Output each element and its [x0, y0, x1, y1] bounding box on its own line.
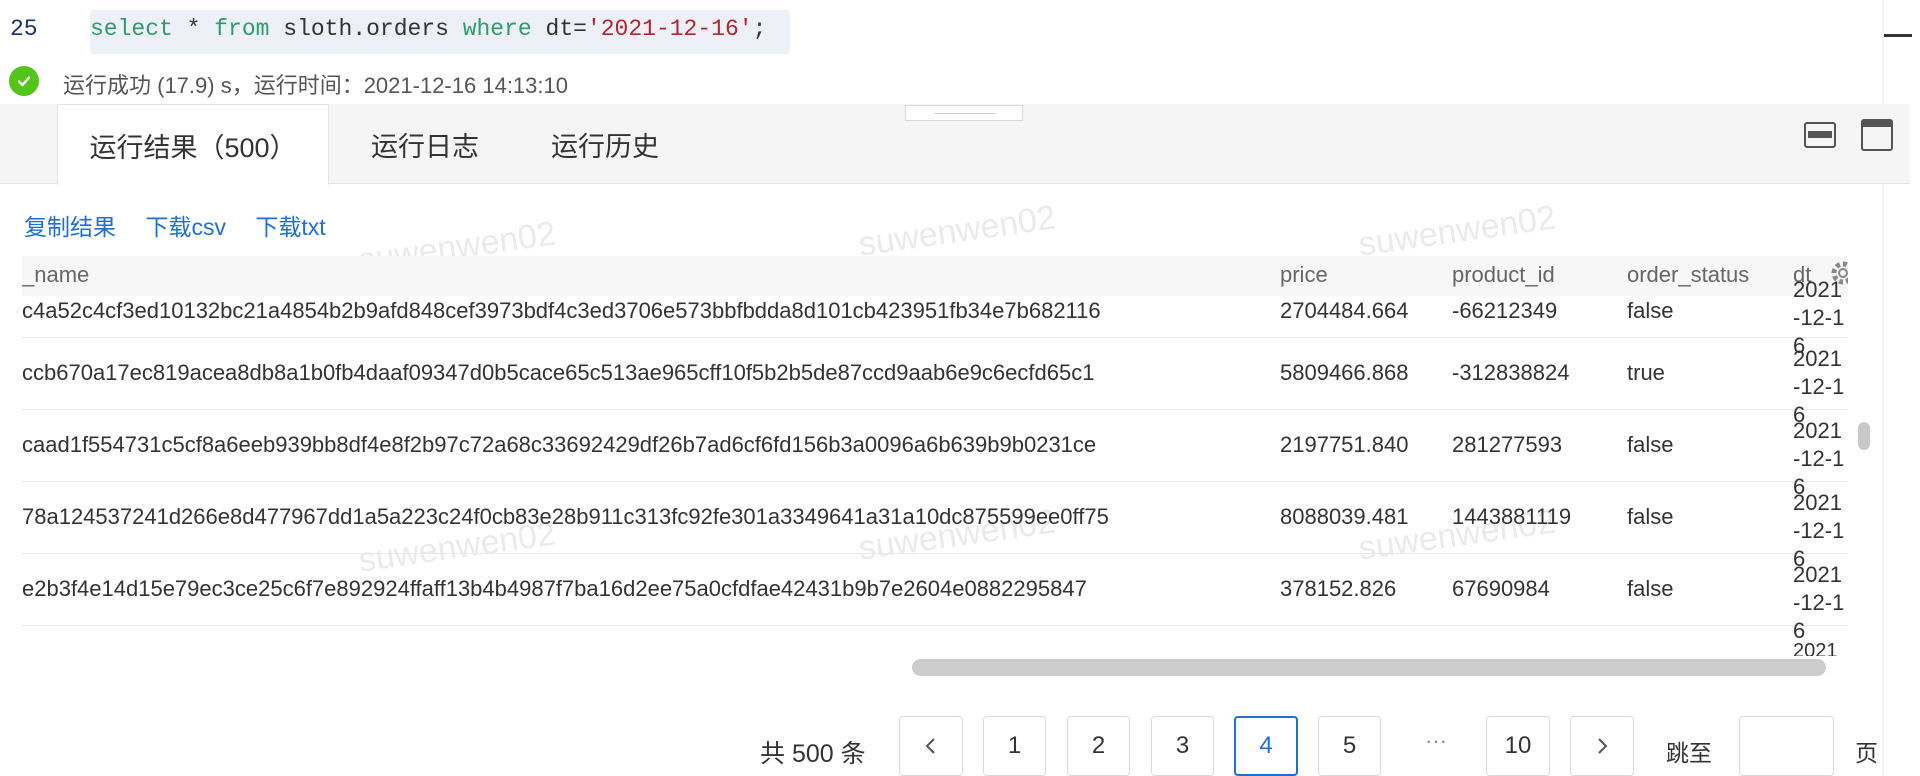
page-button[interactable]: 5 [1318, 716, 1381, 776]
cell-product-id: 67690984 [1452, 576, 1550, 601]
page-ellipsis[interactable]: ··· [1425, 728, 1447, 754]
watermark: suwenwen02 [856, 198, 1059, 264]
code-table-name: sloth.orders [269, 16, 463, 42]
chevron-left-icon [925, 738, 935, 754]
tab-run-log[interactable]: 运行日志 [355, 104, 495, 184]
cell-price: 378152.826 [1280, 576, 1397, 601]
cell-name: 78a124537241d266e8d477967dd1a5a223c24f0c… [22, 504, 1109, 529]
cell-order-status: false [1627, 576, 1674, 601]
page-button[interactable]: 2 [1067, 716, 1130, 776]
sql-editor[interactable]: 25 select * from sloth.orders where dt='… [0, 0, 1920, 62]
download-csv-link[interactable]: 下载csv [145, 214, 226, 240]
chevron-right-icon [1598, 738, 1608, 754]
table-row[interactable]: 2021 [22, 626, 1848, 656]
code-star: * [172, 16, 215, 42]
keyword-from: from [214, 16, 270, 42]
code-condition: dt= [531, 16, 587, 42]
pagination: 共 500 条 1 2 3 4 5 ··· 10 跳至 页 [0, 716, 1920, 776]
next-page-button[interactable] [1570, 716, 1634, 776]
horizontal-scrollbar[interactable] [912, 659, 1826, 676]
keyword-select: select [90, 16, 173, 42]
prev-page-button[interactable] [899, 716, 963, 776]
result-table: _name price product_id order_status dt c… [22, 256, 1848, 656]
cell-price: 2704484.664 [1280, 298, 1409, 323]
download-txt-link[interactable]: 下载txt [255, 214, 325, 240]
page-button-last[interactable]: 10 [1486, 716, 1550, 776]
table-row[interactable]: ccb670a17ec819acea8db8a1b0fb4daaf09347d0… [22, 338, 1848, 427]
table-header: _name price product_id order_status dt [22, 256, 1848, 296]
cell-name: c4a52c4cf3ed10132bc21a4854b2b9afd848cef3… [22, 298, 1101, 323]
page-button[interactable]: 3 [1151, 716, 1214, 776]
cell-name: caad1f554731c5cf8a6eeb939bb8df4e8f2b97c7… [22, 432, 1097, 457]
cell-product-id: -312838824 [1452, 360, 1570, 385]
code-string-literal: '2021-12-16' [586, 16, 753, 42]
sql-code-line[interactable]: select * from sloth.orders where dt='202… [90, 16, 766, 50]
run-status: 运行成功 (17.9) s，运行时间：2021-12-16 14:13:10 [0, 62, 1000, 102]
keyword-where: where [462, 16, 532, 42]
cell-price: 8088039.481 [1280, 504, 1409, 529]
cell-product-id: 1443881119 [1452, 504, 1572, 529]
jump-page-input[interactable] [1739, 716, 1834, 776]
cell-dt: 2021 [1793, 640, 1838, 656]
watermark: suwenwen02 [1356, 198, 1559, 264]
page-button-current[interactable]: 4 [1234, 716, 1298, 776]
column-header-order-status[interactable]: order_status [1627, 262, 1749, 288]
tab-label: 运行历史 [551, 131, 659, 162]
sql-workbench: 25 select * from sloth.orders where dt='… [0, 0, 1920, 776]
cell-price: 2197751.840 [1280, 432, 1409, 457]
cell-name: e2b3f4e14d15e79ec3ce25c6f7e892924ffaff13… [22, 576, 1087, 601]
column-header-price[interactable]: price [1280, 262, 1328, 288]
check-circle-icon [9, 66, 39, 96]
table-row[interactable]: caad1f554731c5cf8a6eeb939bb8df4e8f2b97c7… [22, 410, 1848, 499]
total-count: 共 500 条 [760, 740, 866, 768]
maximize-panel-icon[interactable] [1861, 119, 1893, 151]
copy-result-link[interactable]: 复制结果 [24, 214, 116, 240]
column-header-name[interactable]: _name [22, 262, 89, 288]
column-header-product-id[interactable]: product_id [1452, 262, 1555, 288]
cell-product-id: 281277593 [1452, 432, 1563, 457]
panel-resize-handle[interactable] [905, 105, 1023, 121]
cell-order-status: false [1627, 432, 1674, 457]
table-row[interactable]: 78a124537241d266e8d477967dd1a5a223c24f0c… [22, 482, 1848, 571]
cell-name: ccb670a17ec819acea8db8a1b0fb4daaf09347d0… [22, 360, 1095, 385]
page-unit-label: 页 [1855, 740, 1878, 766]
tab-label: 运行结果（500） [89, 132, 297, 163]
run-status-text: 运行成功 (17.9) s，运行时间：2021-12-16 14:13:10 [63, 73, 568, 98]
result-actions: 复制结果 下载csv 下载txt [24, 208, 351, 240]
tab-run-result[interactable]: 运行结果（500） [57, 104, 329, 185]
jump-to-label: 跳至 [1666, 740, 1712, 766]
cell-price: 5809466.868 [1280, 360, 1409, 385]
table-row[interactable]: c4a52c4cf3ed10132bc21a4854b2b9afd848cef3… [22, 277, 1848, 358]
vertical-scrollbar[interactable] [1858, 422, 1870, 450]
tab-label: 运行日志 [371, 131, 479, 162]
cell-product-id: -66212349 [1452, 298, 1558, 323]
page-button[interactable]: 1 [983, 716, 1046, 776]
cell-order-status: false [1627, 504, 1674, 529]
code-terminator: ; [752, 16, 767, 42]
line-number: 25 [10, 16, 38, 42]
cell-order-status: false [1627, 298, 1674, 323]
cell-order-status: true [1627, 360, 1665, 385]
minimize-panel-icon[interactable] [1804, 122, 1836, 148]
table-row[interactable]: e2b3f4e14d15e79ec3ce25c6f7e892924ffaff13… [22, 554, 1848, 643]
tab-run-history[interactable]: 运行历史 [535, 104, 675, 184]
editor-scroll-marker [1884, 34, 1912, 37]
